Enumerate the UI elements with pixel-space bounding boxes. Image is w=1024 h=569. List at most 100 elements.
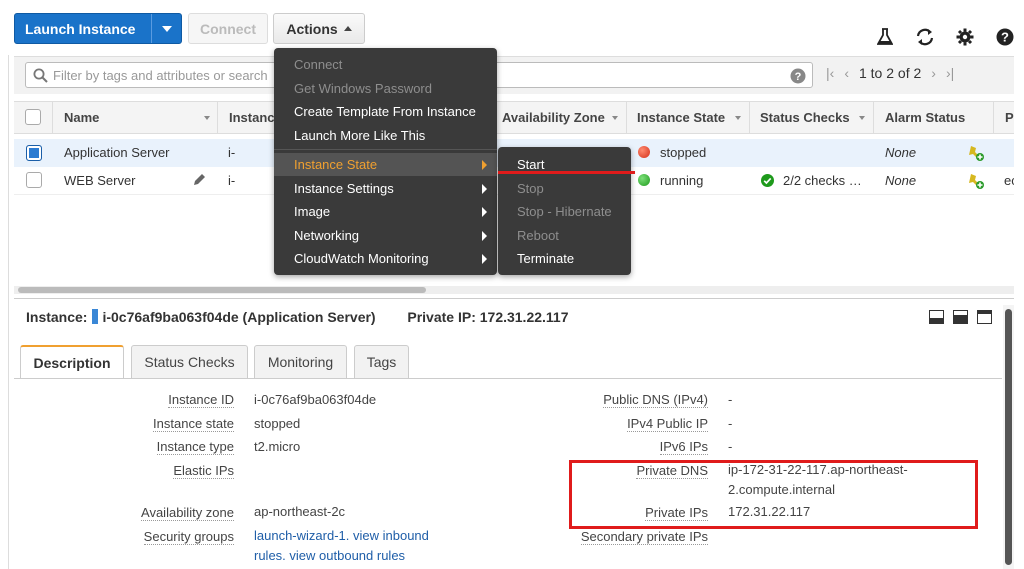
column-header-instance-id[interactable]: Instance ID — [229, 101, 275, 134]
column-divider — [52, 101, 53, 134]
horizontal-scrollbar[interactable] — [14, 286, 1014, 294]
panel-maximize-icon[interactable] — [977, 310, 992, 327]
tab-tags[interactable]: Tags — [354, 345, 409, 378]
menu-item-label: CloudWatch Monitoring — [294, 251, 429, 266]
column-header-alarm-status[interactable]: Alarm Status — [885, 101, 965, 134]
row-state: running — [660, 173, 704, 188]
row-public-dns: ec — [1004, 173, 1014, 188]
refresh-icon[interactable] — [913, 26, 937, 48]
column-header-availability-zone[interactable]: Availability Zone — [502, 101, 605, 134]
view-outbound-rules-link[interactable]: view outbound rules — [289, 548, 405, 563]
row-instance-id: i-0e4a55 — [228, 173, 236, 188]
column-header-status-checks[interactable]: Status Checks — [760, 101, 850, 134]
column-header-instance-state[interactable]: Instance State — [637, 101, 725, 134]
submenu-item-stop-hibernate[interactable]: Stop - Hibernate — [498, 200, 631, 223]
panel-half-icon[interactable] — [953, 310, 968, 327]
sort-icon[interactable] — [859, 116, 865, 120]
panel-divider[interactable] — [14, 298, 1014, 299]
actions-button[interactable]: Actions — [273, 13, 365, 44]
pager-text: 1 to 2 of 2 — [858, 65, 922, 81]
column-header-public-dns[interactable]: Public DNS — [1005, 101, 1014, 134]
row-state: stopped — [660, 145, 707, 160]
view-inbound-rules-link[interactable]: view inbound — [353, 528, 429, 543]
actions-menu: Connect Get Windows Password Create Temp… — [274, 48, 497, 275]
state-stopped-icon — [638, 146, 650, 158]
tab-underline — [14, 378, 1002, 379]
tab-monitoring[interactable]: Monitoring — [254, 345, 347, 378]
field-label-instance-id: Instance ID — [168, 392, 234, 408]
submenu-item-reboot[interactable]: Reboot — [498, 224, 631, 247]
column-divider — [873, 101, 874, 134]
connect-button[interactable]: Connect — [188, 13, 268, 44]
field-label-ipv6-ips: IPv6 IPs — [659, 439, 708, 455]
column-divider — [749, 101, 750, 134]
menu-item-connect[interactable]: Connect — [274, 53, 497, 76]
column-header-name[interactable]: Name — [64, 101, 99, 134]
submenu-item-terminate[interactable]: Terminate — [498, 247, 631, 270]
field-label-secondary-private-ips: Secondary private IPs — [580, 529, 708, 545]
launch-instance-label[interactable]: Launch Instance — [15, 21, 151, 37]
launch-instance-button[interactable]: Launch Instance — [14, 13, 182, 44]
menu-item-cloudwatch[interactable]: CloudWatch Monitoring — [274, 247, 497, 270]
instance-detail-header: Instance: i-0c76af9ba063f04de (Applicatio… — [26, 309, 569, 325]
next-page-icon[interactable]: › — [931, 65, 936, 81]
tab-status-checks[interactable]: Status Checks — [131, 345, 248, 378]
gear-icon[interactable] — [953, 26, 977, 48]
row-checkbox[interactable] — [26, 145, 42, 161]
submenu-item-stop[interactable]: Stop — [498, 177, 631, 200]
flask-icon[interactable] — [873, 26, 897, 48]
search-help-icon[interactable]: ? — [790, 68, 806, 84]
sort-icon[interactable] — [204, 116, 210, 120]
vertical-scrollbar[interactable] — [1003, 305, 1014, 569]
menu-item-get-windows-password[interactable]: Get Windows Password — [274, 77, 497, 100]
search-placeholder: Filter by tags and attributes or search — [53, 68, 268, 83]
private-ip-header: Private IP: 172.31.22.117 — [407, 309, 569, 325]
field-value-availability-zone: ap-northeast-2c — [254, 504, 346, 519]
panel-minimize-icon[interactable] — [929, 310, 944, 327]
select-all-checkbox[interactable] — [25, 109, 41, 125]
field-label-elastic-ips: Elastic IPs — [173, 463, 234, 479]
scroll-thumb[interactable] — [1005, 309, 1012, 565]
field-value-public-dns: - — [728, 392, 733, 407]
menu-item-label: Instance Settings — [294, 181, 394, 196]
scroll-thumb[interactable] — [18, 287, 426, 293]
chevron-right-icon — [482, 207, 487, 217]
menu-item-launch-more[interactable]: Launch More Like This — [274, 124, 497, 147]
prev-page-icon[interactable]: ‹ — [844, 65, 849, 81]
launch-dropdown-toggle[interactable] — [151, 14, 181, 43]
menu-item-image[interactable]: Image — [274, 200, 497, 223]
first-page-icon[interactable]: |‹ — [826, 65, 834, 81]
tab-description[interactable]: Description — [20, 345, 124, 379]
instance-label: Instance: — [26, 309, 88, 325]
column-divider — [626, 101, 627, 134]
chevron-right-icon — [482, 160, 487, 170]
add-alarm-icon[interactable] — [967, 172, 985, 193]
row-name: Application Server — [64, 145, 170, 160]
row-alarm: None — [885, 173, 917, 188]
field-label-ipv4-public-ip: IPv4 Public IP — [627, 416, 708, 432]
field-value-ipv6-ips: - — [728, 439, 733, 454]
field-label-instance-type: Instance type — [156, 439, 234, 455]
menu-item-instance-state[interactable]: Instance State — [274, 153, 497, 176]
sort-icon[interactable] — [735, 116, 741, 120]
menu-separator — [274, 149, 497, 150]
row-checkbox[interactable] — [26, 172, 42, 188]
add-alarm-icon[interactable] — [967, 144, 985, 165]
actions-label[interactable]: Actions — [286, 21, 337, 37]
sort-icon[interactable] — [612, 116, 618, 120]
edit-name-icon[interactable] — [192, 173, 206, 190]
instance-state-submenu: Start Stop Stop - Hibernate Reboot Termi… — [498, 147, 631, 275]
chevron-down-icon — [161, 25, 172, 32]
menu-item-instance-settings[interactable]: Instance Settings — [274, 177, 497, 200]
help-icon[interactable]: ? — [993, 26, 1017, 48]
highlight-underline — [498, 171, 635, 174]
svg-text:?: ? — [1001, 30, 1009, 45]
row-status-checks[interactable]: 2/2 checks … — [783, 167, 862, 195]
view-inbound-rules-link-cont[interactable]: rules. — [254, 548, 286, 563]
menu-item-networking[interactable]: Networking — [274, 224, 497, 247]
menu-item-create-template[interactable]: Create Template From Instance — [274, 100, 497, 123]
security-group-link[interactable]: launch-wizard-1. — [254, 528, 349, 543]
instance-value: i-0c76af9ba063f04de (Application Server) — [102, 309, 376, 325]
last-page-icon[interactable]: ›| — [946, 65, 954, 81]
field-value-instance-type: t2.micro — [254, 439, 301, 454]
